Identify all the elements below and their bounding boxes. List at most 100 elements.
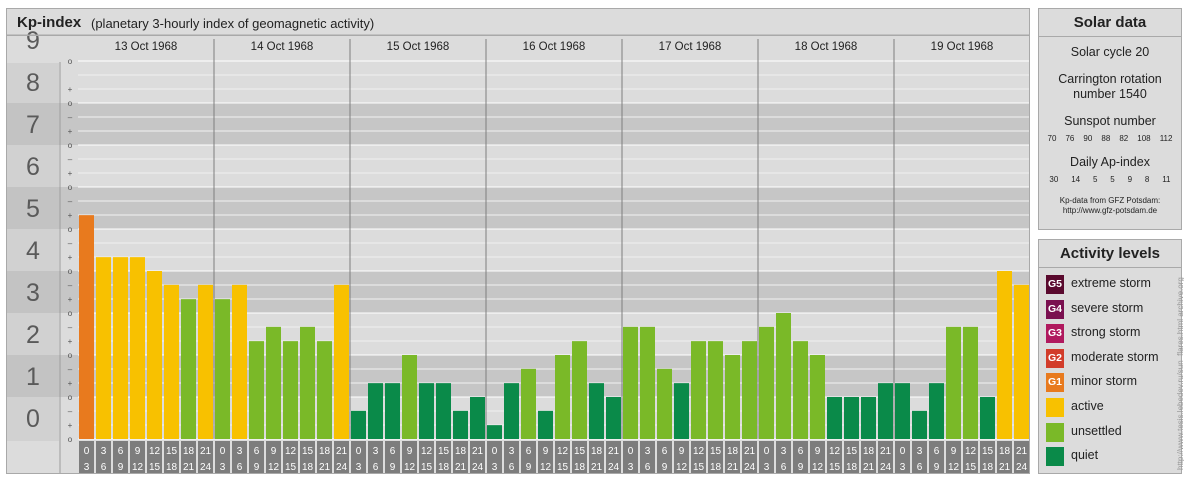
hour-end-label: 6 [101, 462, 107, 473]
activity-levels-panel: Activity levels G5 extreme storm G4 severe … [1038, 239, 1182, 474]
hour-end-label: 12 [676, 462, 688, 473]
kp-bar [623, 326, 638, 439]
day-label: 16 Oct 1968 [523, 41, 586, 53]
kp-subdivision-mark: + [68, 379, 73, 388]
sunspot-value-1: 76 [1065, 134, 1075, 143]
kp-bar [674, 383, 689, 439]
hour-start-label: 9 [679, 446, 685, 457]
kp-subdivision-mark: + [68, 337, 73, 346]
hour-start-label: 18 [863, 446, 875, 457]
ap-values: 30 14 5 5 9 8 11 [1043, 175, 1177, 184]
kp-chart: 0123456789+o+o–+o–+o–+o–+o–+o–+o–+o–o13 … [7, 9, 1029, 473]
level-swatch: G3 [1046, 324, 1064, 344]
kp-bar [980, 397, 995, 439]
hour-end-label: 3 [356, 462, 362, 473]
credit-line: Kp-data from GFZ Potsdam: [1059, 196, 1161, 205]
kp-subdivision-mark: o [68, 435, 73, 444]
hour-end-label: 9 [934, 462, 940, 473]
hour-end-label: 21 [455, 462, 467, 473]
hour-start-label: 0 [84, 446, 90, 457]
hour-end-label: 9 [662, 462, 668, 473]
kp-bar [878, 383, 893, 439]
kp-subdivision-mark: + [68, 421, 73, 430]
hour-end-label: 9 [254, 462, 260, 473]
hour-start-label: 0 [628, 446, 634, 457]
hour-end-label: 15 [149, 462, 161, 473]
hour-start-label: 15 [846, 446, 858, 457]
sunspot-value-2: 90 [1083, 134, 1093, 143]
kp-bar [844, 397, 859, 439]
kp-subdivision-mark: o [68, 393, 73, 402]
kp-bar [266, 326, 281, 439]
level-swatch: G4 [1046, 299, 1064, 319]
hour-start-label: 9 [543, 446, 549, 457]
hour-start-label: 15 [166, 446, 178, 457]
day-label: 17 Oct 1968 [659, 41, 722, 53]
hour-start-label: 15 [438, 446, 450, 457]
kp-bar [1014, 284, 1029, 439]
chart-header: Kp-index (planetary 3-hourly index of ge… [7, 9, 1029, 36]
hour-start-label: 12 [421, 446, 433, 457]
kp-bar [606, 397, 621, 439]
hour-start-label: 0 [220, 446, 226, 457]
kp-subdivision-mark: – [68, 113, 73, 122]
hour-end-label: 9 [118, 462, 124, 473]
hour-end-label: 18 [982, 462, 994, 473]
hour-start-label: 15 [302, 446, 314, 457]
kp-bar [946, 326, 961, 439]
kp-tick-label: 5 [26, 195, 40, 223]
hour-end-label: 15 [557, 462, 569, 473]
kp-bar [351, 410, 366, 439]
kp-bar [521, 368, 536, 439]
kp-bar [436, 383, 451, 439]
hour-start-label: 6 [390, 446, 396, 457]
kp-tick-label: 8 [26, 69, 40, 97]
hour-end-label: 9 [390, 462, 396, 473]
hour-start-label: 15 [574, 446, 586, 457]
hour-start-label: 18 [319, 446, 331, 457]
hour-end-label: 18 [574, 462, 586, 473]
hour-end-label: 12 [812, 462, 824, 473]
kp-tick-label: 4 [26, 237, 40, 265]
credit-link[interactable]: http://www.gfz-potsdam.de [1039, 206, 1181, 216]
kp-bar [555, 355, 570, 439]
kp-bar [912, 410, 927, 439]
kp-bar [487, 425, 502, 439]
kp-band-5 [7, 187, 1029, 229]
kp-subdivision-mark: o [68, 57, 73, 66]
hour-start-label: 21 [880, 446, 892, 457]
kp-bar [300, 326, 315, 439]
hour-start-label: 15 [710, 446, 722, 457]
hour-end-label: 21 [183, 462, 195, 473]
hour-end-label: 3 [220, 462, 226, 473]
hour-start-label: 18 [455, 446, 467, 457]
kp-bar [929, 383, 944, 439]
level-swatch: G2 [1046, 348, 1064, 368]
hour-start-label: 6 [798, 446, 804, 457]
kp-subdivision-mark: + [68, 85, 73, 94]
kp-bar [164, 284, 179, 439]
kp-bar [997, 271, 1012, 439]
hour-end-label: 21 [319, 462, 331, 473]
ap-value-4: 9 [1127, 175, 1133, 184]
hour-start-label: 3 [645, 446, 651, 457]
hour-start-label: 12 [149, 446, 161, 457]
hour-start-label: 9 [135, 446, 141, 457]
kp-tick-label: 0 [26, 405, 40, 433]
hour-start-label: 18 [183, 446, 195, 457]
kp-subdivision-mark: – [68, 365, 73, 374]
level-label: quiet [1071, 448, 1099, 463]
sunspot-value-6: 112 [1159, 134, 1173, 143]
kp-bar [742, 341, 757, 439]
level-swatch: G1 [1046, 373, 1064, 393]
data-credit: Kp-data from GFZ Potsdam: http://www.gfz… [1039, 196, 1181, 216]
sunspot-value-4: 82 [1119, 134, 1129, 143]
hour-start-label: 18 [999, 446, 1011, 457]
sunspot-value-5: 108 [1137, 134, 1151, 143]
kp-band-7 [7, 103, 1029, 145]
hour-start-label: 6 [934, 446, 940, 457]
kp-bar [759, 326, 774, 439]
hour-end-label: 12 [268, 462, 280, 473]
hour-start-label: 21 [744, 446, 756, 457]
hour-start-label: 21 [200, 446, 212, 457]
